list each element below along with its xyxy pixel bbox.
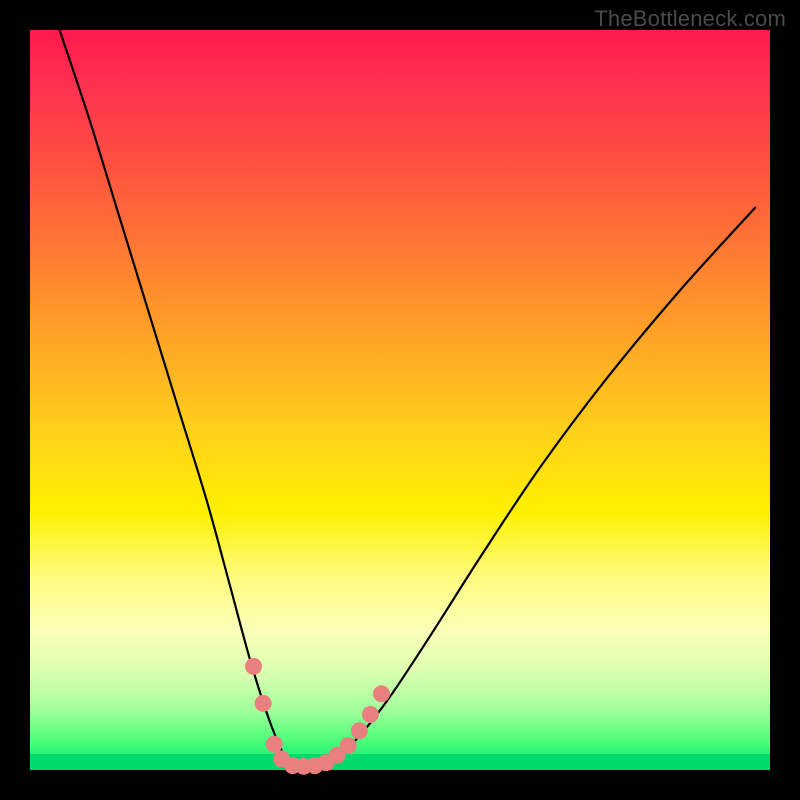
watermark-text: TheBottleneck.com (594, 6, 786, 32)
curve-svg (30, 30, 770, 770)
curve-marker (255, 695, 272, 712)
chart-frame: TheBottleneck.com (0, 0, 800, 800)
curve-marker (340, 737, 357, 754)
curve-marker (351, 722, 368, 739)
curve-marker (245, 658, 262, 675)
curve-marker (266, 736, 283, 753)
curve-marker (362, 706, 379, 723)
plot-area (30, 30, 770, 770)
bottleneck-curve (60, 30, 756, 770)
curve-marker (373, 685, 390, 702)
curve-markers (245, 658, 390, 775)
